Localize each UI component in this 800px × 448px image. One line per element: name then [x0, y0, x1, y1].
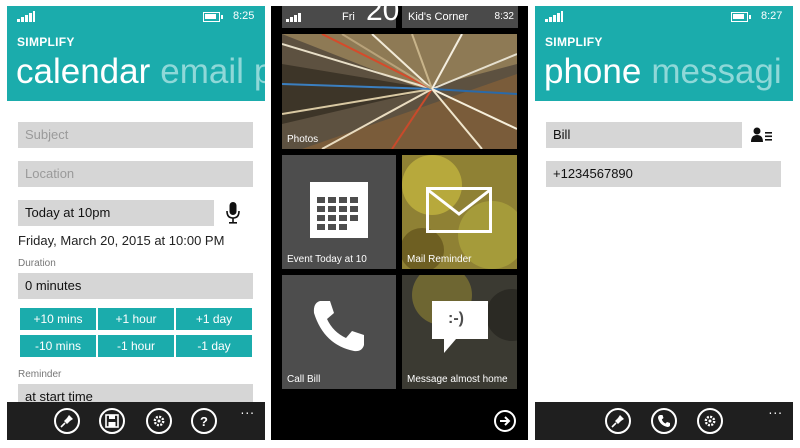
pin-icon[interactable] — [54, 408, 80, 434]
reminder-label: Reminder — [18, 369, 62, 380]
parsed-datetime: Friday, March 20, 2015 at 10:00 PM — [18, 233, 225, 248]
help-icon[interactable]: ? — [191, 408, 217, 434]
message-tile-label: Message almost home — [407, 374, 508, 385]
pivot-item-messaging[interactable]: messagi — [651, 52, 781, 91]
kids-corner-tile[interactable]: Kid's Corner 8:32 — [402, 6, 518, 28]
minus-1-day-button[interactable]: -1 day — [176, 335, 252, 357]
message-glyph: :-) — [448, 310, 464, 327]
header-bar: 8:27 SIMPLIFY phone messagi — [535, 6, 793, 101]
plus-10-mins-button[interactable]: +10 mins — [20, 308, 96, 330]
settings-icon[interactable] — [697, 408, 723, 434]
pin-icon[interactable] — [605, 408, 631, 434]
signal-icon — [286, 11, 304, 22]
signal-icon — [17, 11, 35, 22]
settings-icon[interactable] — [146, 408, 172, 434]
phone-icon[interactable] — [651, 408, 677, 434]
save-icon[interactable] — [99, 408, 125, 434]
app-title: SIMPLIFY — [17, 35, 75, 49]
plus-1-hour-button[interactable]: +1 hour — [98, 308, 174, 330]
mail-tile[interactable]: Mail Reminder — [402, 155, 517, 269]
event-tile-label: Event Today at 10 — [287, 254, 367, 265]
more-options-icon[interactable]: ... — [241, 404, 255, 416]
app-bar: ... — [535, 402, 793, 440]
screenshot-canvas: 8:25 SIMPLIFY calendar email p Subject Loc… — [0, 0, 800, 448]
calendar-icon — [310, 182, 368, 238]
microphone-icon[interactable] — [226, 202, 240, 224]
minus-1-hour-button[interactable]: -1 hour — [98, 335, 174, 357]
pivot-item-calendar[interactable]: calendar — [16, 52, 150, 91]
mail-icon — [426, 187, 492, 233]
pivot-item-phone[interactable]: phone — [544, 52, 641, 91]
app-title: SIMPLIFY — [545, 35, 603, 49]
app-bar: ? ... — [7, 402, 265, 440]
subject-input[interactable]: Subject — [18, 122, 253, 148]
start-screen: Fri 20 Kid's Corner 8:32 Photos Event To… — [271, 6, 528, 440]
plus-1-day-button[interactable]: +1 day — [176, 308, 252, 330]
battery-icon — [203, 12, 223, 22]
duration-label: Duration — [18, 258, 56, 269]
tile-date: 20 — [366, 6, 400, 27]
minus-10-mins-button[interactable]: -10 mins — [20, 335, 96, 357]
kids-corner-label: Kid's Corner — [408, 11, 469, 23]
contact-input[interactable]: Bill — [546, 122, 742, 148]
arrow-right-icon[interactable] — [494, 410, 516, 432]
pivot-item-email[interactable]: email — [160, 52, 244, 91]
phone-number-input[interactable]: +1234567890 — [546, 161, 781, 187]
svg-text:?: ? — [200, 414, 208, 428]
photo-image — [282, 34, 517, 149]
status-time: 8:25 — [233, 10, 255, 22]
when-input[interactable]: Today at 10pm — [18, 200, 214, 226]
battery-icon — [731, 12, 751, 22]
status-time: 8:27 — [761, 10, 783, 22]
calendar-live-tile[interactable]: Fri 20 — [282, 6, 400, 28]
more-options-icon[interactable]: ... — [769, 404, 783, 416]
status-bar: 8:25 — [7, 6, 265, 28]
contact-picker-icon[interactable] — [751, 127, 773, 143]
phone-call-screen: 8:27 SIMPLIFY phone messagi Bill +1234567… — [535, 6, 793, 440]
photos-tile-label: Photos — [287, 134, 319, 145]
photos-tile[interactable]: Photos — [282, 34, 517, 149]
tile-day: Fri — [342, 11, 355, 23]
location-input[interactable]: Location — [18, 161, 253, 187]
status-time: 8:32 — [494, 11, 514, 22]
pivot-item-peek[interactable]: p — [254, 52, 265, 91]
duration-input[interactable]: 0 minutes — [18, 273, 253, 299]
calendar-phone-screen: 8:25 SIMPLIFY calendar email p Subject Loc… — [7, 6, 265, 440]
call-tile-label: Call Bill — [287, 374, 321, 385]
pivot-header: calendar email p — [16, 52, 265, 92]
pivot-header: phone messagi — [544, 52, 782, 92]
status-bar: 8:27 — [535, 6, 793, 28]
event-tile[interactable]: Event Today at 10 — [282, 155, 396, 269]
message-tile[interactable]: :-) Message almost home — [402, 275, 517, 389]
mail-tile-label: Mail Reminder — [407, 254, 472, 265]
signal-icon — [545, 11, 563, 22]
header-bar: 8:25 SIMPLIFY calendar email p — [7, 6, 265, 101]
phone-icon — [313, 301, 364, 352]
call-tile[interactable]: Call Bill — [282, 275, 396, 389]
